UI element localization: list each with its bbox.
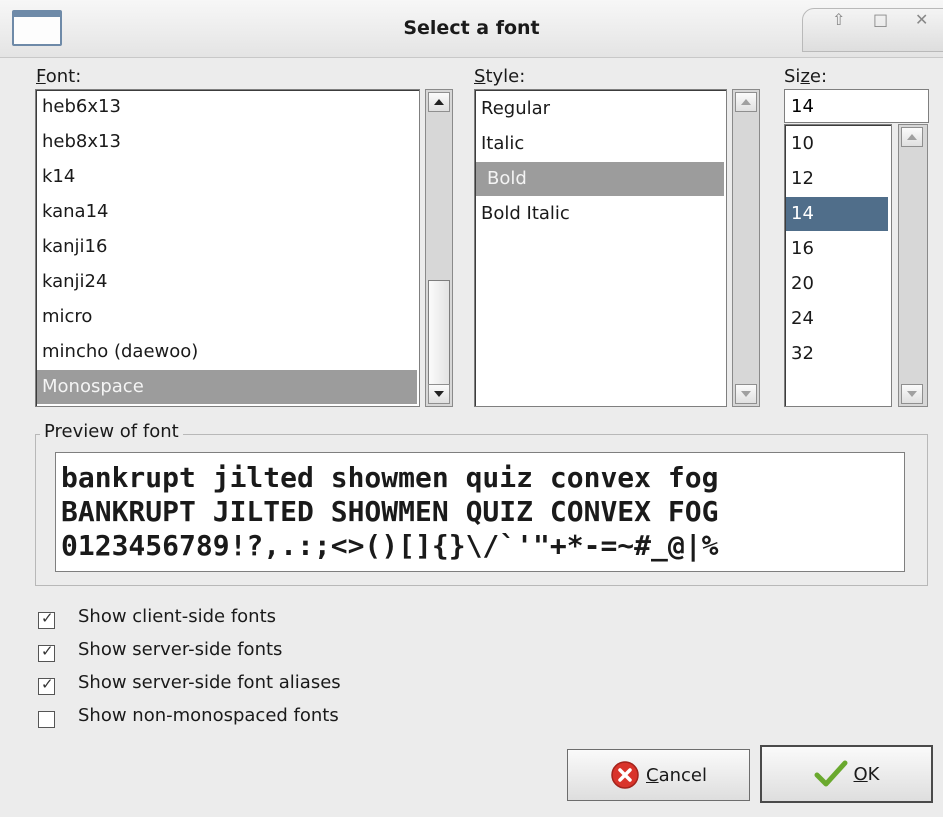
arrow-up-icon bbox=[434, 99, 444, 105]
size-list[interactable]: 10 12 14 16 20 24 32 bbox=[784, 124, 892, 407]
style-label: Style: bbox=[474, 66, 526, 87]
scroll-down-button[interactable] bbox=[901, 384, 923, 404]
arrow-down-icon bbox=[434, 391, 444, 397]
list-item[interactable]: 10 bbox=[791, 127, 814, 161]
checkmark-icon bbox=[814, 760, 847, 787]
font-list-scrollbar[interactable] bbox=[425, 89, 453, 407]
preview-legend: Preview of font bbox=[40, 421, 183, 442]
list-item[interactable]: 20 bbox=[791, 267, 814, 301]
list-item[interactable]: Bold Italic bbox=[481, 197, 570, 231]
ok-button[interactable]: OK bbox=[760, 745, 933, 803]
list-item[interactable]: heb8x13 bbox=[42, 125, 121, 159]
preview-line-lowercase: bankrupt jilted showmen quiz convex fog bbox=[61, 461, 719, 494]
maximize-icon[interactable]: □ bbox=[873, 10, 888, 29]
show-aliases-label[interactable]: Show server-side font aliases bbox=[78, 672, 341, 693]
font-label: Font: bbox=[36, 66, 82, 87]
cancel-icon bbox=[611, 761, 639, 789]
list-item-selected[interactable]: Bold bbox=[476, 162, 724, 196]
show-server-side-checkbox[interactable]: ✓ bbox=[38, 642, 55, 662]
check-icon: ✓ bbox=[41, 642, 54, 660]
list-item[interactable]: mincho (daewoo) bbox=[42, 335, 198, 369]
list-item[interactable]: kanji24 bbox=[42, 265, 107, 299]
show-non-monospaced-label[interactable]: Show non-monospaced fonts bbox=[78, 705, 339, 726]
show-non-monospaced-checkbox[interactable] bbox=[38, 711, 55, 728]
preview-line-symbols: 0123456789!?,.:;<>()[]{}\/`'"+*-=~#_@|% bbox=[61, 529, 719, 562]
scroll-up-button[interactable] bbox=[901, 127, 923, 147]
size-label: Size: bbox=[784, 66, 828, 87]
show-aliases-checkbox[interactable]: ✓ bbox=[38, 675, 55, 695]
scroll-down-button[interactable] bbox=[428, 384, 450, 404]
list-item[interactable]: 16 bbox=[791, 232, 814, 266]
shade-icon[interactable]: ⇧ bbox=[832, 10, 845, 29]
list-item[interactable]: 12 bbox=[791, 162, 814, 196]
scroll-up-button[interactable] bbox=[428, 92, 450, 112]
show-client-side-label[interactable]: Show client-side fonts bbox=[78, 606, 276, 627]
list-item[interactable]: 24 bbox=[791, 302, 814, 336]
arrow-down-icon bbox=[741, 391, 751, 397]
check-icon: ✓ bbox=[41, 609, 54, 627]
style-list[interactable]: Regular Italic Bold Bold Italic bbox=[474, 89, 727, 407]
size-list-scrollbar[interactable] bbox=[898, 124, 928, 407]
list-item[interactable]: Regular bbox=[481, 92, 550, 126]
arrow-down-icon bbox=[907, 391, 917, 397]
font-list[interactable]: heb6x13 heb8x13 k14 kana14 kanji16 kanji… bbox=[35, 89, 420, 407]
list-item[interactable]: 32 bbox=[791, 337, 814, 371]
check-icon: ✓ bbox=[41, 675, 54, 693]
list-item[interactable]: micro bbox=[42, 300, 92, 334]
preview-line-uppercase: BANKRUPT JILTED SHOWMEN QUIZ CONVEX FOG bbox=[61, 495, 719, 528]
close-icon[interactable]: ✕ bbox=[915, 10, 928, 29]
style-list-scrollbar[interactable] bbox=[732, 89, 760, 407]
scroll-up-button[interactable] bbox=[735, 92, 757, 112]
arrow-up-icon bbox=[907, 134, 917, 140]
size-input[interactable] bbox=[784, 89, 929, 123]
list-item[interactable]: kana14 bbox=[42, 195, 108, 229]
list-item[interactable]: kanji16 bbox=[42, 230, 107, 264]
scroll-down-button[interactable] bbox=[735, 384, 757, 404]
arrow-up-icon bbox=[741, 99, 751, 105]
list-item-selected[interactable]: 14 bbox=[786, 197, 888, 231]
list-item[interactable]: k14 bbox=[42, 160, 75, 194]
list-item[interactable]: Italic bbox=[481, 127, 524, 161]
list-item[interactable]: heb6x13 bbox=[42, 90, 121, 124]
list-item-selected[interactable]: Monospace bbox=[37, 370, 417, 404]
cancel-button[interactable]: Cancel bbox=[567, 749, 750, 801]
show-client-side-checkbox[interactable]: ✓ bbox=[38, 609, 55, 629]
show-server-side-label[interactable]: Show server-side fonts bbox=[78, 639, 282, 660]
preview-text-area[interactable]: bankrupt jilted showmen quiz convex fog … bbox=[55, 452, 905, 572]
